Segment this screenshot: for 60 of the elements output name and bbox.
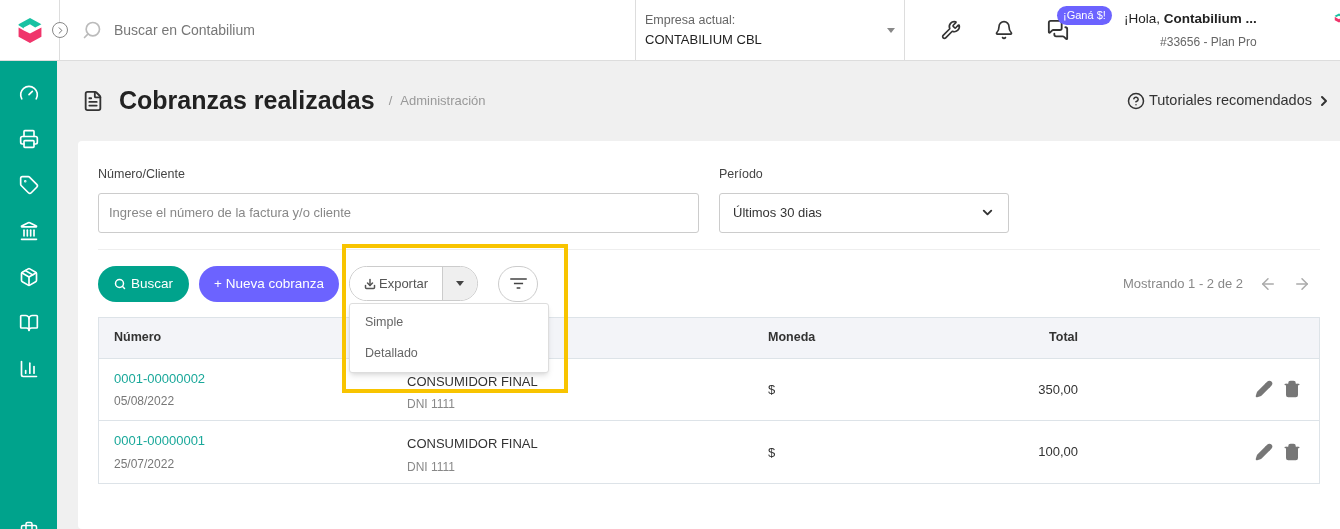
edit-icon[interactable] bbox=[1255, 442, 1273, 461]
export-menu-item[interactable]: Simple bbox=[350, 307, 548, 338]
help-icon[interactable] bbox=[1126, 92, 1145, 110]
client-name: CONSUMIDOR FINAL bbox=[407, 435, 539, 453]
expand-sidebar-button[interactable] bbox=[52, 22, 68, 38]
printer-icon[interactable] bbox=[18, 129, 39, 149]
edit-icon[interactable] bbox=[1255, 380, 1273, 399]
bank-icon[interactable] bbox=[18, 221, 39, 241]
receipt-number-link[interactable]: 0001-00000001 bbox=[114, 431, 407, 451]
total-cell-text: 350,00 bbox=[1037, 380, 1078, 399]
pagination-info: Mostrando 1 - 2 de 2 bbox=[1123, 275, 1243, 293]
bar-chart-icon[interactable] bbox=[18, 359, 39, 379]
document-icon bbox=[82, 89, 104, 113]
new-payment-button[interactable]: + Nueva cobranza bbox=[199, 265, 339, 302]
period-value: Últimos 30 dias bbox=[733, 204, 822, 222]
tutorials-link[interactable]: Tutoriales recomendados bbox=[1148, 90, 1312, 112]
column-header: Número bbox=[114, 329, 163, 347]
tag-icon[interactable] bbox=[18, 175, 39, 195]
column-header: Total bbox=[1048, 329, 1078, 347]
export-menu-item[interactable]: Detallado bbox=[350, 338, 548, 369]
company-label: Empresa actual: bbox=[645, 11, 737, 29]
field-label: Período bbox=[719, 166, 764, 183]
invoice-client-field[interactable]: Ingrese el número de la factura y/o cliente bbox=[98, 192, 699, 233]
search-field[interactable]: Buscar en Contabilium bbox=[114, 19, 514, 41]
receipt-date: 05/08/2022 bbox=[114, 393, 176, 410]
bell-icon[interactable] bbox=[994, 20, 1014, 40]
breadcrumb-separator: / bbox=[388, 92, 393, 111]
box-icon[interactable] bbox=[18, 267, 39, 287]
page-title: Cobranzas realizadas bbox=[119, 85, 375, 117]
currency-cell: $ bbox=[768, 444, 776, 460]
company-selector[interactable]: Empresa actual: CONTABILIUM CBL bbox=[635, 0, 905, 60]
wrench-icon[interactable] bbox=[941, 20, 961, 40]
filter-icon bbox=[509, 278, 527, 290]
account-plan: #33656 - Plan Pro bbox=[1160, 33, 1257, 51]
trash-icon[interactable] bbox=[1283, 442, 1301, 461]
client-document: DNI 1111 bbox=[407, 396, 457, 413]
download-icon bbox=[364, 277, 376, 290]
company-name: CONTABILIUM CBL bbox=[645, 30, 762, 49]
logo-icon bbox=[16, 16, 43, 44]
gauge-icon[interactable] bbox=[18, 83, 39, 103]
field-label: Número/Cliente bbox=[98, 166, 186, 183]
breadcrumb: Administración bbox=[400, 92, 486, 111]
promo-badge[interactable]: ¡Ganá $! bbox=[1057, 6, 1112, 25]
client-name: CONSUMIDOR FINAL bbox=[407, 372, 539, 391]
total-cell-text: 100,00 bbox=[1037, 443, 1078, 461]
column-header: Moneda bbox=[768, 329, 817, 347]
currency-cell: $ bbox=[768, 382, 776, 398]
period-select[interactable]: Últimos 30 dias bbox=[719, 192, 1009, 233]
receipt-date: 25/07/2022 bbox=[114, 455, 176, 473]
caret-icon bbox=[887, 27, 895, 33]
trash-icon[interactable] bbox=[1283, 380, 1301, 399]
search-icon bbox=[114, 277, 126, 290]
caret-icon bbox=[456, 281, 465, 287]
user-greeting: ¡Hola, Contabilium ... bbox=[1124, 10, 1257, 29]
search-icon bbox=[82, 20, 102, 40]
search-button[interactable]: Buscar bbox=[98, 265, 190, 302]
client-document: DNI 1111 bbox=[407, 458, 457, 476]
book-icon[interactable] bbox=[18, 313, 39, 333]
export-dropdown-toggle[interactable] bbox=[442, 267, 478, 301]
receipt-number-link[interactable]: 0001-00000002 bbox=[114, 368, 407, 388]
